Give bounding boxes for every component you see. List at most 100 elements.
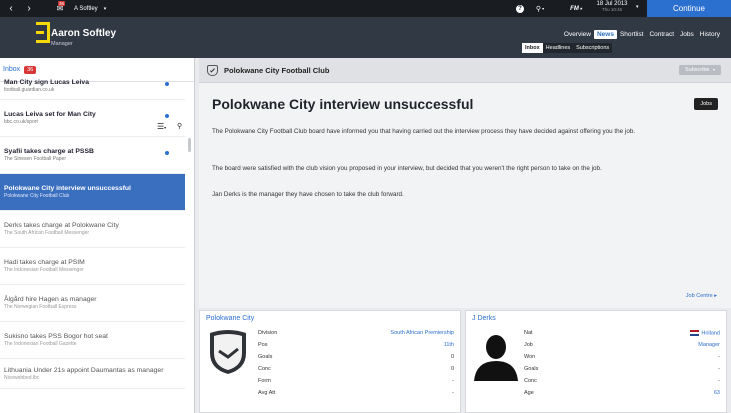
message-title: Hadi takes charge at PSIM bbox=[4, 259, 85, 266]
club-stat-row: Avg Att - bbox=[258, 390, 454, 396]
subscribe-button[interactable]: Subscribe ▾ bbox=[678, 65, 721, 75]
stat-value[interactable]: Holland bbox=[690, 330, 720, 336]
person-card-title[interactable]: J Derks bbox=[472, 315, 496, 322]
subscribe-label: Subscribe bbox=[684, 67, 710, 73]
stat-value: Manager bbox=[698, 342, 720, 348]
list-item[interactable]: Syafii takes charge at PSSB The Sinesen … bbox=[0, 137, 185, 174]
stat-key: Goals bbox=[524, 366, 539, 372]
message-source: Polokwane City Football Club bbox=[4, 193, 70, 199]
tab-history[interactable]: History bbox=[697, 30, 723, 39]
forward-button[interactable]: › bbox=[22, 0, 36, 17]
message-source: The Indonesian Football Gazette bbox=[4, 341, 77, 347]
unread-indicator bbox=[165, 151, 169, 155]
stat-key: Nat bbox=[524, 330, 533, 336]
list-item[interactable]: Derks takes charge at Polokwane City The… bbox=[0, 211, 185, 248]
page-header: Aaron Softley Manager Overview News Shor… bbox=[0, 17, 731, 58]
club-name[interactable]: Polokwane City Football Club bbox=[224, 66, 329, 75]
arrow-right-icon: ▸ bbox=[714, 293, 717, 299]
person-silhouette-icon bbox=[474, 335, 518, 381]
message-source: Nicewebbed.lbc bbox=[4, 374, 40, 381]
date-display[interactable]: 18 Jul 2013 Thu 10:45 bbox=[590, 1, 634, 12]
club-card-title[interactable]: Polokwane City bbox=[206, 315, 254, 322]
subtab-inbox[interactable]: Inbox bbox=[522, 43, 543, 53]
stat-value: - bbox=[718, 378, 720, 384]
jobs-button[interactable]: Jobs bbox=[694, 98, 718, 110]
tab-shortlist[interactable]: Shortlist bbox=[617, 30, 646, 39]
stat-value: - bbox=[718, 354, 720, 360]
message-title: Derks takes charge at Polokwane City bbox=[4, 222, 119, 229]
message-source: bbc.co.uk/sport bbox=[4, 119, 38, 125]
top-bar: ‹ › ✉ 36 A Softley ▾ ? ⚲ ▾ FM ▾ 18 Jul 201… bbox=[0, 0, 731, 17]
club-stat-row: Form - bbox=[258, 378, 454, 384]
message-title: Man City sign Lucas Leiva bbox=[4, 79, 89, 86]
tab-contract[interactable]: Contract bbox=[646, 30, 677, 39]
help-icon[interactable]: ? bbox=[514, 0, 526, 17]
stat-key: Job bbox=[524, 342, 533, 348]
stat-key: Conc bbox=[524, 378, 537, 384]
list-item[interactable]: Sukisno takes PSS Bogor hot seat The Ind… bbox=[0, 322, 185, 359]
manager-tab-label: A Softley bbox=[74, 5, 98, 12]
person-stat-row: Won - bbox=[524, 354, 720, 360]
club-crest-icon[interactable] bbox=[207, 64, 218, 76]
stat-key: Pos bbox=[258, 342, 268, 348]
list-item[interactable]: Lithuania Under 21s appoint Daumantas as… bbox=[0, 359, 185, 389]
subtab-subscriptions[interactable]: Subscriptions bbox=[573, 43, 613, 53]
stat-value: 11th bbox=[443, 342, 454, 348]
tab-overview[interactable]: Overview bbox=[561, 30, 594, 39]
search-icon[interactable]: ⚲ ▾ bbox=[530, 0, 550, 17]
message-list: Man City sign Lucas Leiva football.guard… bbox=[0, 73, 185, 389]
message-title: Ålgård hire Hagen as manager bbox=[4, 296, 97, 303]
message-paragraph: The Polokwane City Football Club board h… bbox=[212, 128, 636, 135]
chevron-down-icon: ▾ bbox=[103, 5, 107, 12]
message-title: Syafii takes charge at PSSB bbox=[4, 148, 94, 155]
list-item[interactable]: Ålgård hire Hagen as manager The Norwegi… bbox=[0, 285, 185, 322]
stat-value: 0 bbox=[450, 366, 454, 372]
club-stat-row: Pos 11th bbox=[258, 342, 454, 348]
subtab-headlines[interactable]: Headlines bbox=[542, 43, 574, 53]
person-stat-row: Goals - bbox=[524, 366, 720, 372]
stat-value[interactable]: South African Premiership bbox=[390, 330, 454, 336]
list-item[interactable]: Hadi takes charge at PSIM The Indonesian… bbox=[0, 248, 185, 285]
list-item[interactable]: Man City sign Lucas Leiva football.guard… bbox=[0, 73, 185, 100]
news-subnav: Inbox Headlines Subscriptions bbox=[522, 43, 613, 53]
sidebar-scrollbar[interactable] bbox=[188, 138, 191, 152]
person-stat-row: Conc - bbox=[524, 378, 720, 384]
person-stat-row: Age 63 bbox=[524, 390, 720, 396]
manager-menu[interactable]: A Softley ▾ bbox=[70, 0, 122, 17]
stat-key: Avg Att bbox=[258, 390, 276, 396]
time-label: Thu 10:45 bbox=[601, 7, 623, 12]
fm-menu[interactable]: FM ▾ bbox=[565, 0, 587, 17]
message-title: Lithuania Under 21s appoint Daumantas as… bbox=[4, 366, 164, 374]
club-info-card: Polokwane City Division South African Pre… bbox=[199, 310, 461, 413]
list-item[interactable]: Lucas Leiva set for Man City bbc.co.uk/s… bbox=[0, 100, 185, 137]
tab-jobs[interactable]: Jobs bbox=[677, 30, 697, 39]
nationality-value: Holland bbox=[701, 330, 720, 337]
flag-icon bbox=[690, 330, 700, 336]
tab-news[interactable]: News bbox=[593, 30, 617, 39]
stat-value: 63 bbox=[713, 390, 720, 396]
message-source: football.guardian.co.uk bbox=[4, 87, 55, 93]
inbox-label[interactable]: Inbox bbox=[3, 66, 20, 73]
message-headline: Polokwane City interview unsuccessful bbox=[212, 96, 474, 112]
fm-logo bbox=[36, 22, 50, 43]
message-title: Lucas Leiva set for Man City bbox=[4, 111, 96, 118]
club-stat-row: Goals 0 bbox=[258, 354, 454, 360]
stat-key: Won bbox=[524, 354, 536, 360]
stat-value: - bbox=[452, 378, 454, 384]
message-paragraph: The board were satisfied with the club v… bbox=[212, 165, 602, 172]
stat-value: - bbox=[452, 390, 454, 396]
job-centre-link[interactable]: Job Centre ▸ bbox=[686, 293, 717, 299]
person-stat-row: Job Manager bbox=[524, 342, 720, 348]
message-title: Sukisno takes PSS Bogor hot seat bbox=[4, 333, 108, 340]
chevron-down-icon: ▾ bbox=[712, 67, 715, 72]
date-chevron-icon[interactable]: ▾ bbox=[636, 4, 639, 10]
back-button[interactable]: ‹ bbox=[0, 0, 22, 17]
manager-info-card: J Derks Nat Holland Job Manager Won - Goals… bbox=[465, 310, 727, 413]
stat-key: Conc bbox=[258, 366, 271, 372]
stat-value: 0 bbox=[450, 354, 454, 360]
message-body: Polokwane City interview unsuccessful Jo… bbox=[199, 83, 731, 308]
stat-key: Age bbox=[524, 390, 534, 396]
person-stat-row: Nat Holland bbox=[524, 330, 720, 336]
continue-button[interactable]: Continue bbox=[647, 0, 731, 17]
list-item-selected[interactable]: Polokwane City interview unsuccessful Po… bbox=[0, 174, 185, 211]
